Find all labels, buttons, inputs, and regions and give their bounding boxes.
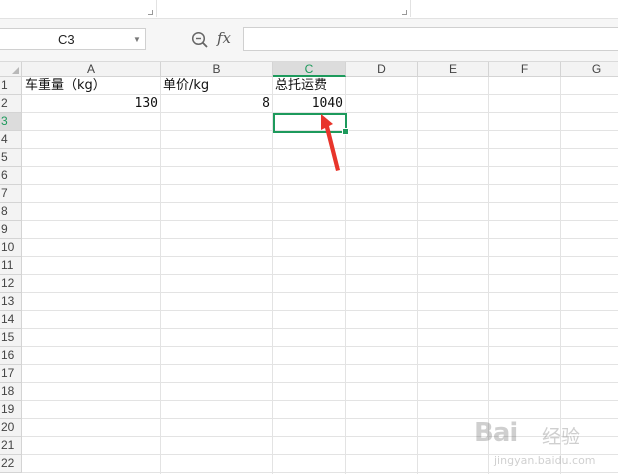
watermark-brand: Bai <box>474 418 518 448</box>
formula-input[interactable] <box>243 27 618 51</box>
row-header-8[interactable]: 8 <box>0 203 22 221</box>
gridline <box>22 238 618 239</box>
row-header-15[interactable]: 15 <box>0 329 22 347</box>
column-header-e[interactable]: E <box>418 62 489 77</box>
gridline <box>272 77 273 474</box>
gridline <box>22 400 618 401</box>
column-header-f[interactable]: F <box>489 62 561 77</box>
row-header-13[interactable]: 13 <box>0 293 22 311</box>
chevron-down-icon[interactable]: ▼ <box>132 29 142 51</box>
gridline <box>560 77 561 474</box>
column-header-g[interactable]: G <box>561 62 618 77</box>
row-header-19[interactable]: 19 <box>0 401 22 419</box>
gridline <box>22 328 618 329</box>
toolbar-strip <box>0 0 618 19</box>
gridline <box>22 184 618 185</box>
column-header-d[interactable]: D <box>346 62 418 77</box>
row-header-3[interactable]: 3 <box>0 113 22 131</box>
gridline <box>22 310 618 311</box>
column-header-c[interactable]: C <box>273 62 346 77</box>
gridline <box>22 292 618 293</box>
cell-a2[interactable]: 130 <box>23 95 160 113</box>
row-header-18[interactable]: 18 <box>0 383 22 401</box>
watermark-url: jingyan.baidu.com <box>494 454 596 467</box>
gridline <box>22 346 618 347</box>
gridline <box>22 256 618 257</box>
gridline <box>160 77 161 474</box>
row-header-12[interactable]: 12 <box>0 275 22 293</box>
gridline <box>22 382 618 383</box>
gridline <box>488 77 489 474</box>
row-header-20[interactable]: 20 <box>0 419 22 437</box>
row-header-22[interactable]: 22 <box>0 455 22 473</box>
row-header-7[interactable]: 7 <box>0 185 22 203</box>
cell-b2[interactable]: 8 <box>161 95 272 113</box>
toolbar-group <box>0 0 157 17</box>
column-header-b[interactable]: B <box>161 62 273 77</box>
watermark: Bai 经验 jingyan.baidu.com <box>472 416 618 474</box>
gridline <box>22 202 618 203</box>
name-box-value: C3 <box>58 32 75 47</box>
name-box[interactable]: C3 ▼ <box>0 28 146 50</box>
group-expand-icon[interactable] <box>148 10 153 15</box>
row-header-9[interactable]: 9 <box>0 221 22 239</box>
function-icon[interactable]: fx <box>217 29 231 47</box>
cell-c1[interactable]: 总托运费 <box>273 77 345 95</box>
cell-b1[interactable]: 单价/kg <box>161 77 272 95</box>
row-header-11[interactable]: 11 <box>0 257 22 275</box>
row-header-4[interactable]: 4 <box>0 131 22 149</box>
gridline <box>417 77 418 474</box>
row-header-17[interactable]: 17 <box>0 365 22 383</box>
gridline <box>22 220 618 221</box>
row-header-10[interactable]: 10 <box>0 239 22 257</box>
cell-a1[interactable]: 车重量（kg） <box>23 77 160 95</box>
annotation-arrow-icon <box>321 114 340 171</box>
watermark-sub: 经验 <box>542 426 581 448</box>
gridline <box>22 364 618 365</box>
group-expand-icon[interactable] <box>402 10 407 15</box>
row-header-1[interactable]: 1 <box>0 77 22 95</box>
row-header-21[interactable]: 21 <box>0 437 22 455</box>
row-header-2[interactable]: 2 <box>0 95 22 113</box>
cell-c2[interactable]: 1040 <box>273 95 345 113</box>
row-header-6[interactable]: 6 <box>0 167 22 185</box>
gridline <box>22 274 618 275</box>
select-all-icon <box>12 67 19 74</box>
row-header-16[interactable]: 16 <box>0 347 22 365</box>
zoom-icon[interactable] <box>191 31 209 49</box>
column-header-a[interactable]: A <box>22 62 161 77</box>
row-header-14[interactable]: 14 <box>0 311 22 329</box>
select-all-button[interactable] <box>0 62 22 77</box>
formula-bar: C3 ▼ fx <box>0 19 618 62</box>
toolbar-group <box>157 0 411 17</box>
row-header-5[interactable]: 5 <box>0 149 22 167</box>
